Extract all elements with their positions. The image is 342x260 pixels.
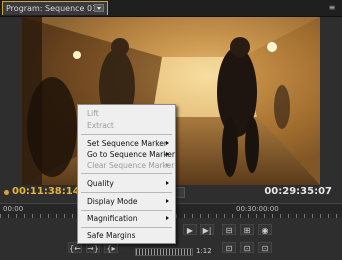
tab-program-sequence[interactable]: Program: Sequence 01 bbox=[2, 1, 108, 15]
lift-icon[interactable]: ⊟ bbox=[222, 224, 236, 235]
menu-item-set-marker-label: Set Sequence Marker bbox=[87, 139, 168, 148]
tab-dropdown-icon[interactable] bbox=[94, 4, 104, 12]
menu-item-display-mode-label: Display Mode bbox=[87, 197, 138, 206]
menu-separator bbox=[81, 210, 172, 211]
menu-separator bbox=[81, 173, 172, 174]
overlay-icon[interactable]: ⊡ bbox=[240, 242, 254, 253]
submenu-arrow-icon bbox=[166, 181, 169, 185]
menu-item-goto-marker-label: Go to Sequence Marker bbox=[87, 150, 176, 159]
menu-item-lift-label: Lift bbox=[87, 109, 99, 118]
panel-tab-bar: Program: Sequence 01 ≡ bbox=[0, 0, 342, 17]
menu-item-magnification-label: Magnification bbox=[87, 214, 138, 223]
menu-item-clear-marker-label: Clear Sequence Marker bbox=[87, 161, 175, 170]
menu-item-quality-label: Quality bbox=[87, 179, 114, 188]
menu-separator bbox=[81, 227, 172, 228]
menu-item-safe-margins[interactable]: Safe Margins bbox=[78, 230, 175, 241]
jog-value: 1:12 bbox=[196, 247, 212, 255]
output-icon[interactable]: ⊡ bbox=[258, 242, 272, 253]
menu-item-clear-sequence-marker: Clear Sequence Marker bbox=[78, 160, 175, 171]
jog-shuttle[interactable] bbox=[135, 248, 193, 256]
menu-item-extract-label: Extract bbox=[87, 121, 114, 130]
panel-menu-icon[interactable]: ≡ bbox=[326, 3, 338, 13]
submenu-arrow-icon bbox=[166, 216, 169, 220]
submenu-arrow-icon bbox=[166, 152, 169, 156]
ruler-mid-label: 00:30:00:00 bbox=[236, 205, 279, 213]
extract-icon[interactable]: ⊞ bbox=[240, 224, 254, 235]
menu-item-lift: Lift bbox=[78, 108, 175, 119]
menu-item-set-sequence-marker[interactable]: Set Sequence Marker bbox=[78, 138, 175, 149]
submenu-arrow-icon bbox=[166, 199, 169, 203]
context-menu: Lift Extract Set Sequence Marker Go to S… bbox=[77, 104, 176, 244]
duration-timecode: 00:29:35:07 bbox=[264, 186, 332, 197]
menu-item-quality[interactable]: Quality bbox=[78, 178, 175, 189]
step-forward-button[interactable]: ▶| bbox=[200, 224, 214, 235]
program-monitor-panel: Program: Sequence 01 ≡ 00:11:38:14 00:29… bbox=[0, 0, 342, 260]
menu-item-display-mode[interactable]: Display Mode bbox=[78, 196, 175, 207]
trim-icon[interactable]: ⊡ bbox=[222, 242, 236, 253]
menu-separator bbox=[81, 192, 172, 193]
export-frame-icon[interactable]: ◉ bbox=[258, 224, 272, 235]
play-in-to-out-button[interactable]: ▶ bbox=[183, 224, 197, 235]
submenu-arrow-icon bbox=[166, 163, 169, 167]
ruler-start-label: 00:00 bbox=[3, 205, 24, 213]
menu-separator bbox=[81, 134, 172, 135]
current-timecode[interactable]: 00:11:38:14 bbox=[12, 186, 80, 197]
menu-item-safe-margins-label: Safe Margins bbox=[87, 231, 136, 240]
submenu-arrow-icon bbox=[166, 141, 169, 145]
menu-item-go-to-sequence-marker[interactable]: Go to Sequence Marker bbox=[78, 149, 175, 160]
menu-item-extract: Extract bbox=[78, 120, 175, 131]
tab-label: Program: Sequence 01 bbox=[6, 4, 98, 13]
menu-item-magnification[interactable]: Magnification bbox=[78, 213, 175, 224]
marker-icon bbox=[4, 190, 9, 195]
